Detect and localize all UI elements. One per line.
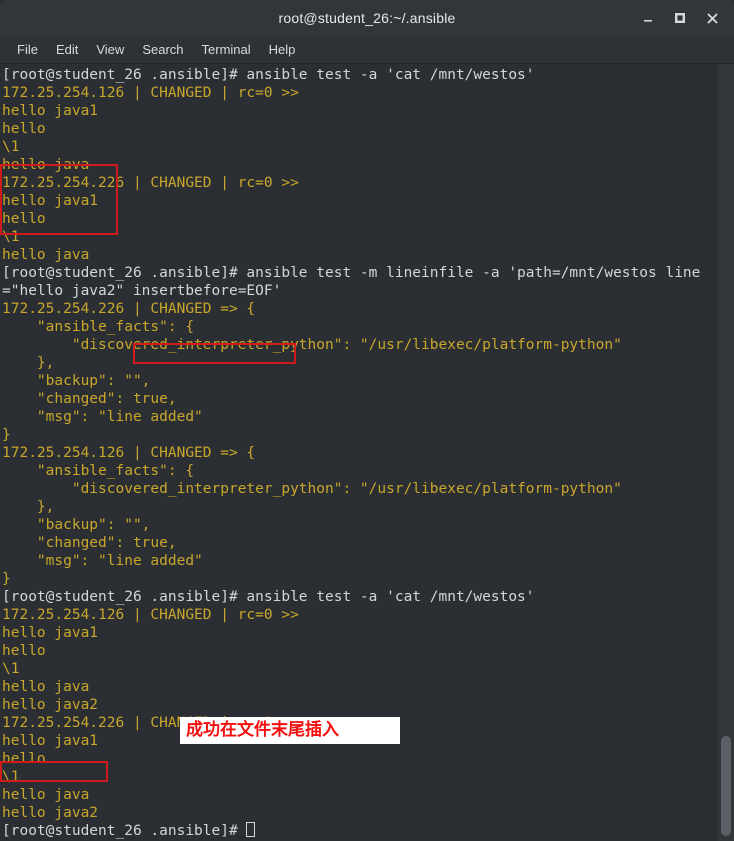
- terminal-line: hello: [2, 211, 46, 227]
- terminal-line: },: [2, 355, 55, 371]
- terminal-line: "msg": "line added": [2, 553, 203, 569]
- menu-item-help[interactable]: Help: [260, 39, 305, 60]
- terminal-line: "discovered_interpreter_python": "/usr/l…: [2, 481, 622, 497]
- maximize-button[interactable]: [666, 4, 694, 32]
- terminal-line: \1: [2, 139, 20, 155]
- terminal-line: "ansible_facts": {: [2, 319, 195, 335]
- terminal-line: "changed": true,: [2, 391, 177, 407]
- window-controls: [634, 0, 726, 36]
- terminal-line: "msg": "line added": [2, 409, 203, 425]
- terminal-window: root@student_26:~/.ansible File Edit Vie…: [0, 0, 734, 841]
- close-button[interactable]: [698, 4, 726, 32]
- menu-item-view[interactable]: View: [87, 39, 133, 60]
- annotation-note-success-append: 成功在文件末尾插入: [180, 717, 400, 744]
- terminal-line: hello: [2, 121, 46, 137]
- terminal-line: hello java1: [2, 193, 99, 209]
- terminal-line: hello java1: [2, 625, 99, 641]
- terminal-line: [root@student_26 .ansible]# ansible test…: [2, 67, 535, 83]
- terminal-line: hello java2: [2, 805, 99, 821]
- terminal-line: "backup": "",: [2, 517, 151, 533]
- terminal-line: 172.25.254.226 | CHANGED => {: [2, 301, 256, 317]
- scrollbar[interactable]: [718, 64, 734, 841]
- terminal-line: hello java: [2, 247, 90, 263]
- terminal-line: 172.25.254.126 | CHANGED | rc=0 >>: [2, 607, 299, 623]
- menu-item-terminal[interactable]: Terminal: [193, 39, 260, 60]
- terminal-line: ="hello java2" insertbefore=EOF': [2, 283, 282, 299]
- minimize-button[interactable]: [634, 4, 662, 32]
- terminal-line: "discovered_interpreter_python": "/usr/l…: [2, 337, 622, 353]
- terminal-line: 172.25.254.226 | CHANGED | rc=0 >>: [2, 175, 299, 191]
- terminal-line: hello java: [2, 157, 90, 173]
- terminal-line: 172.25.254.126 | CHANGED | rc=0 >>: [2, 85, 299, 101]
- terminal-line: \1: [2, 661, 20, 677]
- terminal-line: [root@student_26 .ansible]# ansible test…: [2, 589, 535, 605]
- menu-item-file[interactable]: File: [8, 39, 47, 60]
- menu-item-edit[interactable]: Edit: [47, 39, 87, 60]
- terminal-line: hello: [2, 643, 46, 659]
- terminal-line: "ansible_facts": {: [2, 463, 195, 479]
- terminal-line: hello: [2, 751, 46, 767]
- scrollbar-thumb[interactable]: [721, 736, 731, 836]
- terminal-line: "changed": true,: [2, 535, 177, 551]
- terminal-line: hello java2: [2, 697, 99, 713]
- terminal-line: hello java1: [2, 103, 99, 119]
- terminal-line: }: [2, 427, 11, 443]
- terminal-line: }: [2, 571, 11, 587]
- terminal-output-area[interactable]: [root@student_26 .ansible]# ansible test…: [0, 64, 734, 841]
- terminal-line: "backup": "",: [2, 373, 151, 389]
- title-bar: root@student_26:~/.ansible: [0, 0, 734, 36]
- terminal-line: \1: [2, 229, 20, 245]
- terminal-line: hello java: [2, 679, 90, 695]
- menu-item-search[interactable]: Search: [133, 39, 192, 60]
- terminal-line: },: [2, 499, 55, 515]
- terminal-line: [root@student_26 .ansible]#: [2, 822, 718, 840]
- terminal-line: hello java: [2, 787, 90, 803]
- text-cursor: [246, 822, 256, 837]
- terminal-line: 172.25.254.126 | CHANGED => {: [2, 445, 256, 461]
- menu-bar: File Edit View Search Terminal Help: [0, 36, 734, 64]
- terminal-line: [root@student_26 .ansible]# ansible test…: [2, 265, 701, 281]
- terminal-line: \1: [2, 769, 20, 785]
- window-title: root@student_26:~/.ansible: [278, 10, 456, 26]
